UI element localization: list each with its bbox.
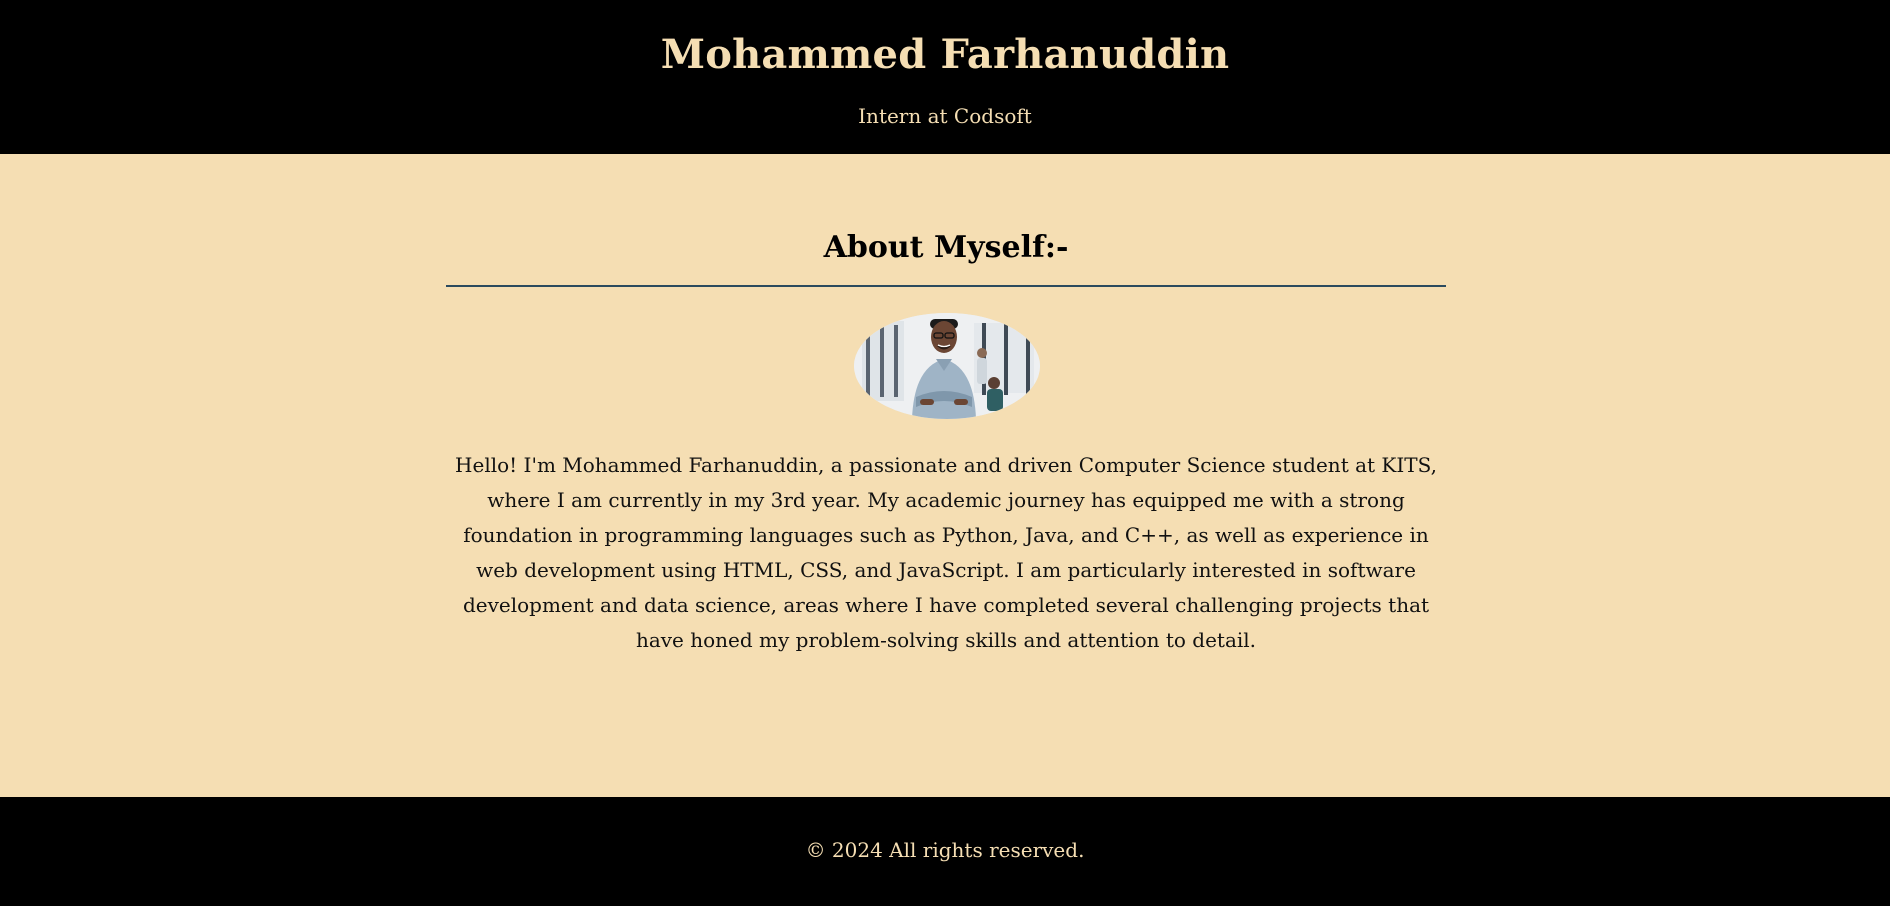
copyright-text: © 2024 All rights reserved.	[805, 838, 1085, 862]
site-header: Mohammed Farhanuddin Intern at Codsoft	[0, 0, 1890, 154]
avatar	[854, 313, 1040, 419]
about-divider	[446, 285, 1446, 287]
profile-photo	[854, 313, 1040, 419]
bio-paragraph: Hello! I'm Mohammed Farhanuddin, a passi…	[455, 453, 1437, 652]
about-heading: About Myself:-	[823, 230, 1069, 265]
site-footer: © 2024 All rights reserved.	[0, 797, 1890, 906]
about-section: About Myself:- Hello! I'm Mohammed Farha…	[446, 154, 1446, 797]
site-title: Mohammed Farhanuddin	[660, 31, 1230, 78]
site-subtitle: Intern at Codsoft	[858, 104, 1032, 128]
